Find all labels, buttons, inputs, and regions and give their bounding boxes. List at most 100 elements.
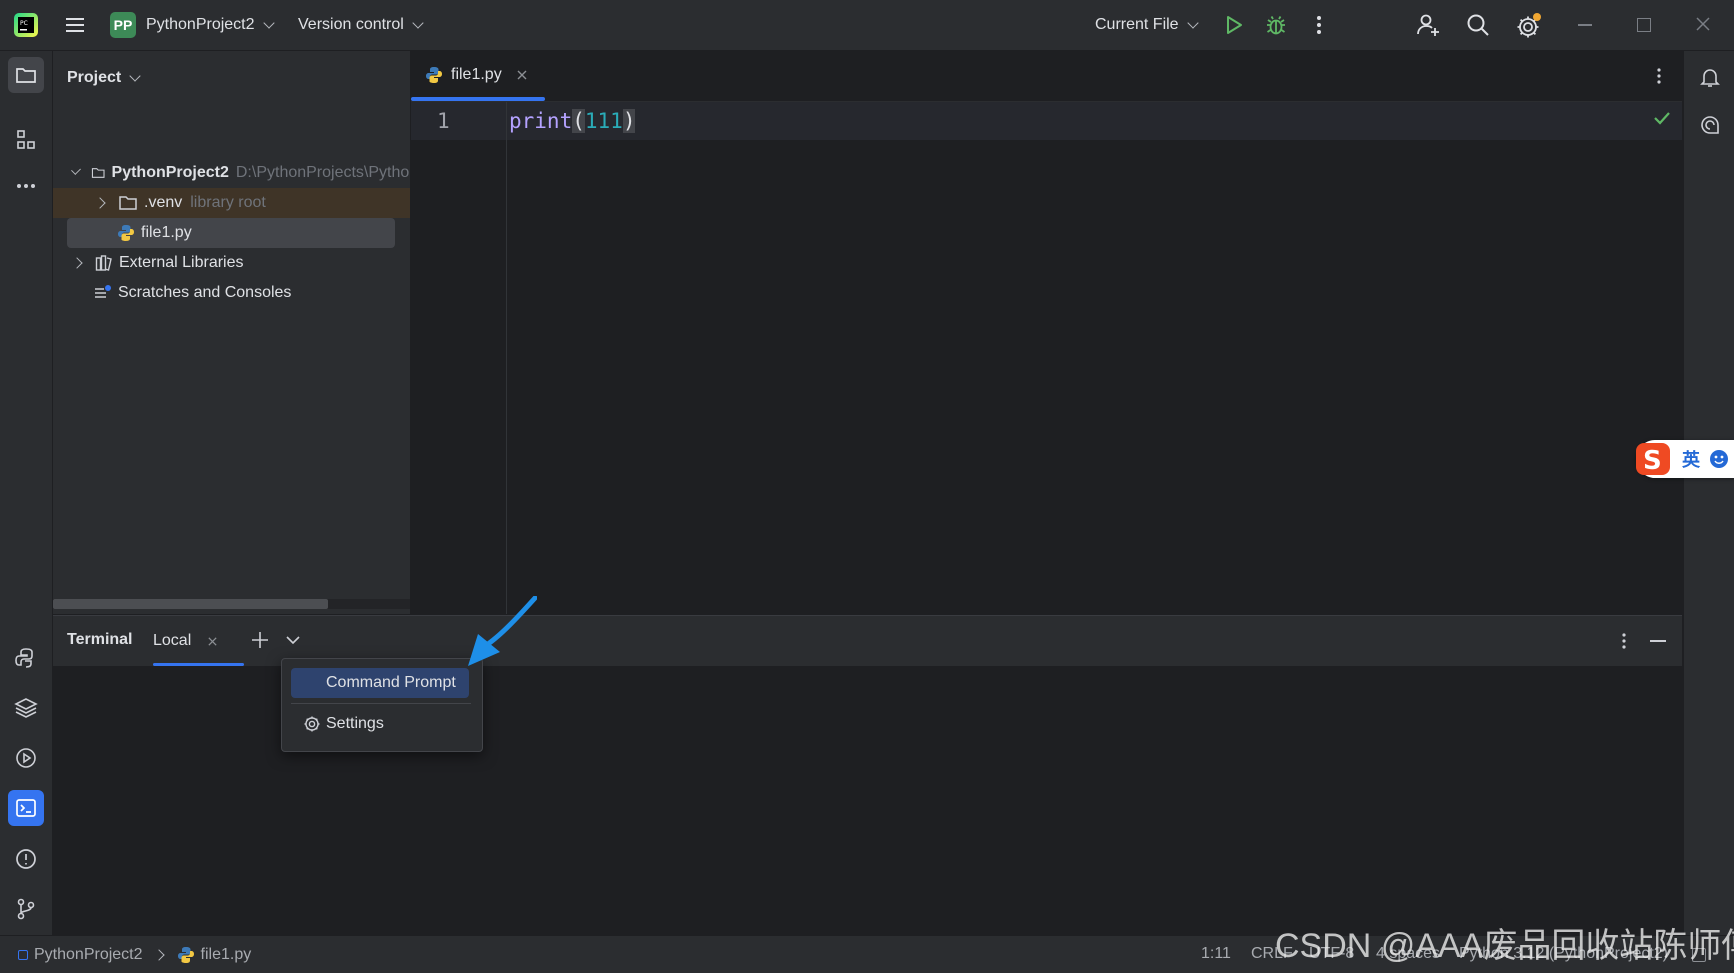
terminal-tab-local[interactable]: Local [153,628,218,654]
tree-item-scratches[interactable]: Scratches and Consoles [53,278,410,308]
bell-icon [1700,69,1720,87]
tree-item-file1[interactable]: file1.py [67,218,395,248]
menu-item-label: Settings [326,715,384,732]
editor-tab-label: file1.py [451,66,502,83]
services-button[interactable] [8,740,44,776]
main-menu-icon[interactable] [64,14,86,36]
python-file-icon [426,67,442,83]
editor-tab-bar: file1.py [411,51,1682,102]
structure-tool-button[interactable] [8,122,44,158]
run-config-label: Current File [1095,16,1179,33]
left-tool-strip [0,51,53,935]
tree-item-root[interactable]: PythonProject2 D:\PythonProjects\PythonP… [53,158,410,188]
code-paren-open: ( [572,109,585,133]
terminal-shell-popup: Command Prompt Settings [281,658,483,752]
right-tool-strip [1683,51,1734,935]
editor-area: file1.py 1 print ( 111 ) [411,51,1682,614]
caret-position[interactable]: 1:11 [1201,945,1231,963]
pycharm-logo-icon[interactable]: PC [13,12,39,38]
version-control-button[interactable] [8,891,44,927]
tree-ext-libs-name: External Libraries [119,254,244,271]
ai-spiral-icon [1701,116,1719,134]
more-horizontal-icon [17,184,35,188]
debug-icon[interactable] [1264,13,1288,37]
chevron-right-icon [152,949,165,961]
maximize-button[interactable] [1637,18,1651,32]
new-terminal-icon[interactable] [250,630,270,650]
editor-tab-options-icon[interactable] [1651,65,1667,87]
project-name: PythonProject2 [146,16,255,33]
line-number: 1 [437,109,450,133]
settings-gear-icon[interactable] [1515,12,1543,40]
breadcrumb-project[interactable]: PythonProject2 [34,946,143,964]
run-icon[interactable] [1222,13,1246,37]
chevron-down-icon [71,165,82,175]
project-tool-button[interactable] [8,57,44,93]
terminal-options-icon[interactable] [1616,630,1632,652]
breadcrumb-file[interactable]: file1.py [201,946,252,964]
code-paren-close: ) [622,109,636,133]
breadcrumb: PythonProject2 file1.py [18,944,251,966]
ai-assistant-button[interactable] [1692,107,1728,143]
editor-tab-file1[interactable]: file1.py [425,51,555,99]
tree-file-name: file1.py [141,224,192,241]
run-config-selector[interactable]: Current File [1095,11,1199,39]
python-packages-button[interactable] [8,690,44,726]
project-panel-title: Project [67,69,122,86]
add-user-icon[interactable] [1415,12,1441,38]
git-branch-icon [17,898,35,920]
menu-separator [291,703,471,704]
ime-status-widget[interactable]: S 英 [1636,440,1734,478]
version-control-widget[interactable]: Version control [298,11,424,39]
folder-icon [91,168,105,178]
svg-text:S: S [1643,446,1662,476]
tree-item-venv[interactable]: .venv library root [53,188,410,218]
project-panel-header[interactable]: Project [67,65,141,91]
problems-icon [16,849,36,869]
menu-item-command-prompt[interactable]: Command Prompt [291,668,469,698]
chevron-right-icon [71,257,83,269]
tree-root-path: D:\PythonProjects\PythonProject2 [235,164,410,181]
inspection-ok-icon[interactable] [1651,107,1673,129]
watermark: CSDN @AAA废品回收站陈师傅 [1275,927,1734,965]
tree-item-external-libraries[interactable]: External Libraries [53,248,410,278]
search-icon[interactable] [1465,12,1491,38]
project-widget[interactable]: PP PythonProject2 [110,11,275,39]
menu-item-settings[interactable]: Settings [291,709,469,739]
chevron-down-icon [1186,16,1199,29]
title-bar: PC PP PythonProject2 Version control Cur… [0,0,1734,51]
ime-mode: 英 [1682,450,1700,470]
layers-icon [14,698,38,718]
svg-text:PC: PC [20,20,28,27]
close-tab-icon[interactable] [207,636,218,647]
library-icon [95,255,112,271]
terminal-icon [16,799,36,817]
more-tools-button[interactable] [8,168,44,204]
tree-venv-note: library root [190,194,266,211]
code-line-1[interactable]: print ( 111 ) [509,108,636,134]
more-actions-icon[interactable] [1309,13,1329,37]
sogou-logo-icon: S [1636,443,1670,476]
annotation-arrow [462,595,538,668]
python-console-button[interactable] [8,640,44,676]
terminal-dropdown-chevron-icon[interactable] [285,632,301,648]
structure-icon [17,130,35,149]
terminal-tab-label: Local [153,632,192,649]
minimize-panel-button[interactable] [1650,640,1666,642]
terminal-tool-button[interactable] [8,790,44,826]
scrollbar-thumb[interactable] [53,599,328,609]
minimize-button[interactable] [1578,24,1592,26]
problems-button[interactable] [8,841,44,877]
notifications-button[interactable] [1692,59,1728,95]
tree-root-name: PythonProject2 [111,164,229,181]
chevron-down-icon [412,16,424,29]
folder-icon [16,68,36,83]
tree-venv-name: .venv [144,194,183,211]
folder-icon [119,196,137,210]
module-icon [18,950,28,960]
close-tab-icon[interactable] [516,69,528,81]
project-horizontal-scrollbar[interactable] [53,599,410,609]
close-window-button[interactable] [1694,15,1712,33]
smiley-icon [1710,450,1728,468]
services-icon [16,748,36,768]
